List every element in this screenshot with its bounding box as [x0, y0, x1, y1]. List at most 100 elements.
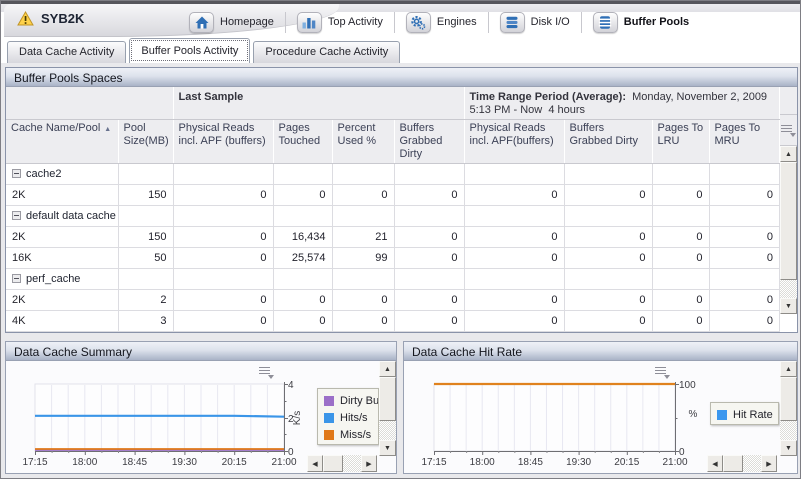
y-axis-unit-label: % [689, 409, 698, 420]
tab-buffer-pools-activity[interactable]: Buffer Pools Activity [129, 38, 250, 63]
empty-cell [464, 206, 564, 227]
column-header-5[interactable]: Percent Used % [332, 120, 394, 164]
data-row-2K[interactable]: 2K200000000 [6, 290, 780, 311]
empty-cell [394, 269, 464, 290]
data-row-16K[interactable]: 16K50025,5749900000 [6, 248, 780, 269]
scroll-track[interactable] [743, 455, 761, 472]
column-header-10[interactable]: Pages To MRU [709, 120, 780, 164]
tab-procedure-cache-activity[interactable]: Procedure Cache Activity [253, 41, 400, 63]
scroll-track[interactable] [343, 455, 361, 472]
group-row-default-data-cache[interactable]: default data cache [6, 206, 780, 227]
column-header-3[interactable]: Physical Reads incl. APF (buffers) [173, 120, 273, 164]
chart-menu-icon[interactable] [259, 366, 274, 379]
value-cell: 0 [564, 248, 652, 269]
nav-separator [285, 12, 286, 33]
value-cell: 0 [709, 185, 780, 206]
nav-separator [394, 12, 395, 33]
scroll-right-button[interactable]: ▶ [361, 455, 377, 472]
chart-vertical-scrollbar[interactable]: ▲ ▼ [780, 361, 797, 456]
empty-cell [173, 206, 273, 227]
scroll-right-button[interactable]: ▶ [761, 455, 777, 472]
empty-cell [652, 206, 709, 227]
chart-horizontal-scrollbar[interactable]: ◀ ▶ [307, 455, 377, 472]
buffer-pools-icon [593, 12, 618, 33]
nav-top-activity[interactable]: Top Activity [297, 12, 383, 33]
scroll-thumb[interactable] [780, 162, 797, 280]
empty-cell [709, 206, 780, 227]
empty-cell [118, 206, 173, 227]
chart-horizontal-scrollbar[interactable]: ◀ ▶ [707, 455, 777, 472]
scroll-thumb[interactable] [723, 455, 743, 472]
table-body: cache22K15000000000default data cache2K1… [6, 164, 780, 332]
legend-item: Miss/s [324, 426, 372, 443]
collapse-icon[interactable] [12, 211, 21, 220]
empty-cell [332, 206, 394, 227]
empty-cell [273, 206, 332, 227]
value-cell: 0 [564, 227, 652, 248]
column-header-9[interactable]: Pages To LRU [652, 120, 709, 164]
value-cell: 99 [332, 248, 394, 269]
chart-vertical-scrollbar[interactable]: ▲ ▼ [379, 361, 396, 456]
rail-column-header [780, 115, 797, 146]
data-row-2K[interactable]: 2K150016,4342100000 [6, 227, 780, 248]
legend-swatch [324, 430, 334, 440]
scroll-thumb[interactable] [323, 455, 343, 472]
column-options-icon[interactable] [781, 124, 796, 137]
target-title: SYB2K [41, 11, 84, 26]
scroll-up-button[interactable]: ▲ [780, 146, 797, 162]
data-row-2K[interactable]: 2K15000000000 [6, 185, 780, 206]
scroll-down-button[interactable]: ▼ [379, 440, 396, 456]
nav-homepage[interactable]: Homepage [189, 12, 274, 33]
value-cell: 0 [173, 311, 273, 332]
collapse-icon[interactable] [12, 274, 21, 283]
data-row-4K[interactable]: 4K300000000 [6, 311, 780, 332]
chart-title: Data Cache Summary [6, 342, 396, 361]
nav-engines[interactable]: Engines [406, 12, 477, 33]
scroll-up-button[interactable]: ▲ [379, 361, 396, 377]
scroll-track[interactable] [379, 421, 396, 440]
warning-icon [17, 11, 34, 26]
column-header-7[interactable]: Physical Reads incl. APF(buffers) [464, 120, 564, 164]
empty-cell [173, 164, 273, 185]
value-cell: 0 [709, 290, 780, 311]
column-header-2[interactable]: Pool Size(MB) [118, 120, 173, 164]
collapse-icon[interactable] [12, 169, 21, 178]
scroll-left-button[interactable]: ◀ [307, 455, 323, 472]
value-cell: 0 [652, 227, 709, 248]
value-cell: 0 [464, 248, 564, 269]
scroll-thumb[interactable] [379, 377, 396, 421]
column-header-6[interactable]: Buffers Grabbed Dirty [394, 120, 464, 164]
scroll-down-button[interactable]: ▼ [780, 440, 797, 456]
scroll-track[interactable] [780, 280, 797, 298]
value-cell: 25,574 [273, 248, 332, 269]
value-cell: 0 [273, 311, 332, 332]
value-cell: 0 [394, 311, 464, 332]
x-tick-label: 21:00 [271, 457, 296, 468]
group-row-perf_cache[interactable]: perf_cache [6, 269, 780, 290]
scroll-up-button[interactable]: ▲ [780, 361, 797, 377]
column-header-8[interactable]: Buffers Grabbed Dirty [564, 120, 652, 164]
scroll-left-button[interactable]: ◀ [707, 455, 723, 472]
column-header-1[interactable]: Cache Name/Pool▲ [6, 120, 118, 164]
table-vertical-scrollbar[interactable]: ▲ ▼ [780, 146, 797, 314]
nav-label: Disk I/O [531, 16, 570, 28]
column-header-4[interactable]: Pages Touched [273, 120, 332, 164]
scroll-thumb[interactable] [780, 377, 797, 421]
value-cell: 0 [464, 185, 564, 206]
data-cache-hit-rate-chart: 010017:1518:0018:4519:3020:1521:00% Hit … [404, 361, 797, 473]
chart-menu-icon[interactable] [655, 366, 670, 379]
group-row-cache2[interactable]: cache2 [6, 164, 780, 185]
nav-buffer-pools[interactable]: Buffer Pools [593, 12, 689, 33]
span-header-last-sample: Last Sample [173, 87, 464, 120]
empty-cell [173, 269, 273, 290]
scroll-track[interactable] [780, 421, 797, 440]
value-cell: 2 [118, 290, 173, 311]
nav-disk-io[interactable]: Disk I/O [500, 12, 570, 33]
chart-title: Data Cache Hit Rate [404, 342, 797, 361]
scroll-down-button[interactable]: ▼ [780, 298, 797, 314]
value-cell: 0 [464, 290, 564, 311]
tab-data-cache-activity[interactable]: Data Cache Activity [7, 41, 126, 63]
buffer-pools-table: Last Sample Time Range Period (Average):… [6, 87, 780, 332]
pool-name-cell: 16K [6, 248, 118, 269]
y-tick-label: 100 [679, 380, 696, 391]
